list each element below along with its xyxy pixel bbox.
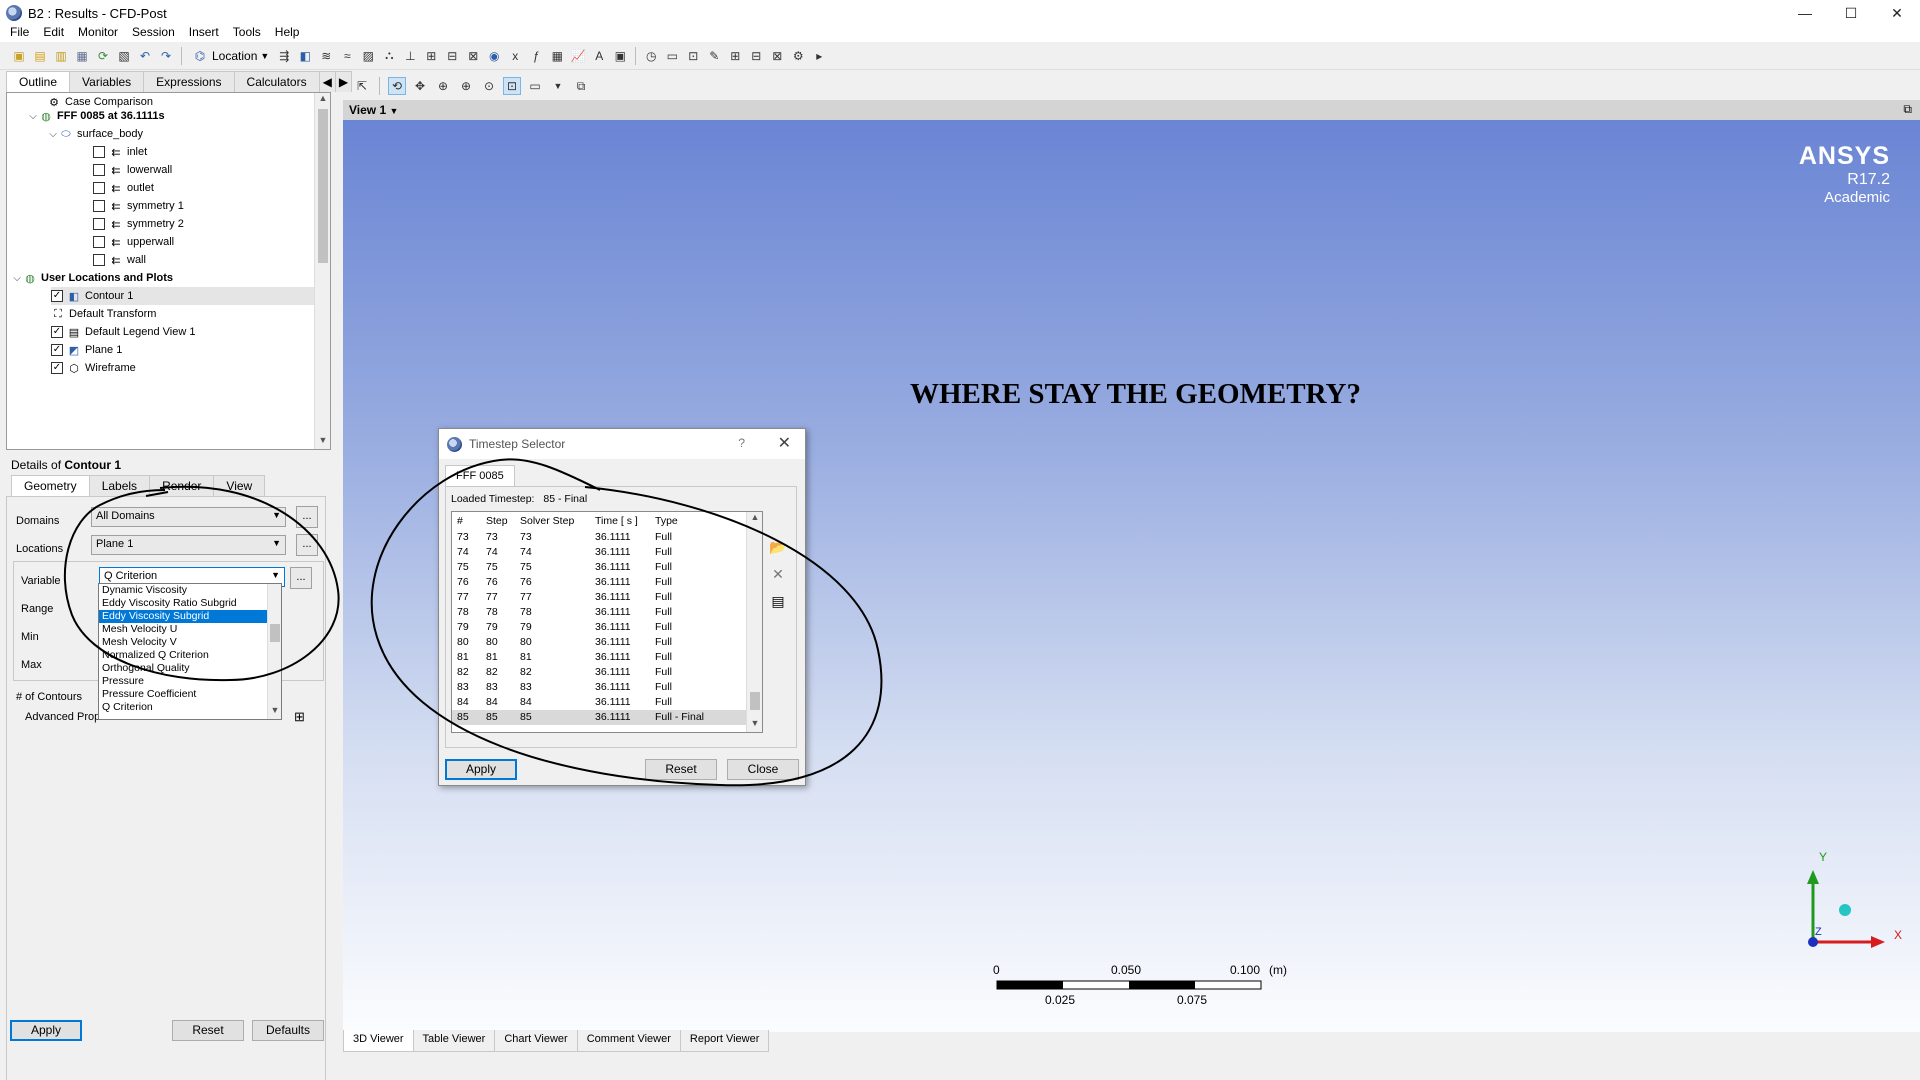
annotation-circle-right	[370, 458, 883, 787]
annotation-stroke	[145, 491, 169, 497]
annotation-circle-left	[63, 485, 340, 682]
hand-drawn-annotations	[63, 458, 883, 787]
